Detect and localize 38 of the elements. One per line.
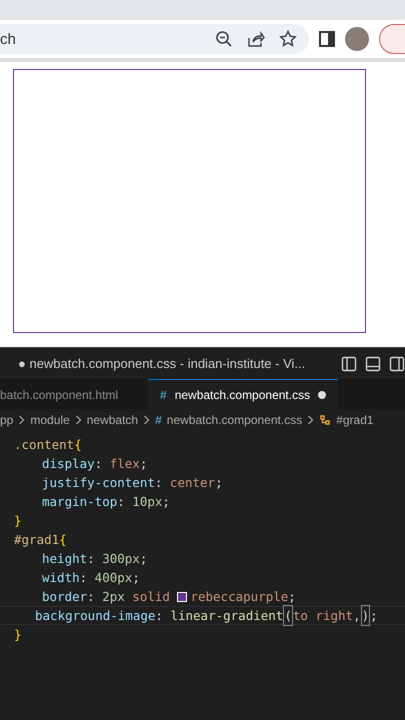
unsaved-dot-icon — [318, 390, 326, 398]
code-line: height: 300px; — [41, 550, 148, 568]
code-line: display: flex; — [41, 455, 148, 473]
tab-label: batch.component.html — [0, 388, 118, 402]
tab-label: newbatch.component.css — [174, 388, 310, 402]
breadcrumb-item[interactable]: module — [30, 413, 70, 427]
window-title: ● newbatch.component.css - indian-institute - Vi... — [18, 356, 306, 371]
right-panel-icon[interactable] — [389, 356, 405, 372]
code-line: background-image: linear-gradient(to right,); — [0, 606, 405, 625]
code-line: #grad1{ — [13, 531, 68, 549]
breadcrumb-item[interactable]: pp — [0, 413, 14, 427]
breadcrumb-item[interactable]: #grad1 — [336, 413, 374, 427]
avatar-icon[interactable] — [345, 27, 369, 51]
chevron-icon — [307, 415, 314, 425]
zoom-out-icon[interactable] — [215, 30, 233, 48]
code-line: justify-content: center; — [41, 474, 224, 492]
breadcrumb-item[interactable]: newbatch — [86, 413, 138, 427]
code-line: width: 400px; — [41, 569, 141, 587]
profile-button[interactable] — [379, 24, 405, 54]
code-line: } — [13, 626, 23, 644]
code-line: border: 2px solid rebeccapurple; — [41, 588, 297, 606]
css-file-icon: # — [160, 388, 167, 402]
share-icon[interactable] — [247, 30, 265, 48]
code-line: .content{ — [13, 436, 83, 454]
address-bar[interactable]: ch — [0, 24, 309, 54]
left-panel-icon[interactable] — [341, 356, 357, 372]
chevron-icon — [74, 415, 82, 425]
chevron-icon — [18, 415, 26, 425]
color-swatch-icon[interactable] — [177, 592, 188, 602]
breadcrumb-item[interactable]: newbatch.component.css — [166, 413, 302, 427]
chevron-icon — [143, 415, 150, 425]
side-panel-icon[interactable] — [319, 31, 335, 47]
star-icon[interactable] — [279, 30, 297, 48]
css-file-icon: # — [155, 413, 162, 427]
code-line: margin-top: 10px; — [41, 493, 171, 511]
code-line: } — [13, 512, 23, 530]
editor-tab[interactable]: # newbatch.component.css — [148, 379, 338, 409]
bottom-panel-icon[interactable] — [365, 356, 381, 372]
